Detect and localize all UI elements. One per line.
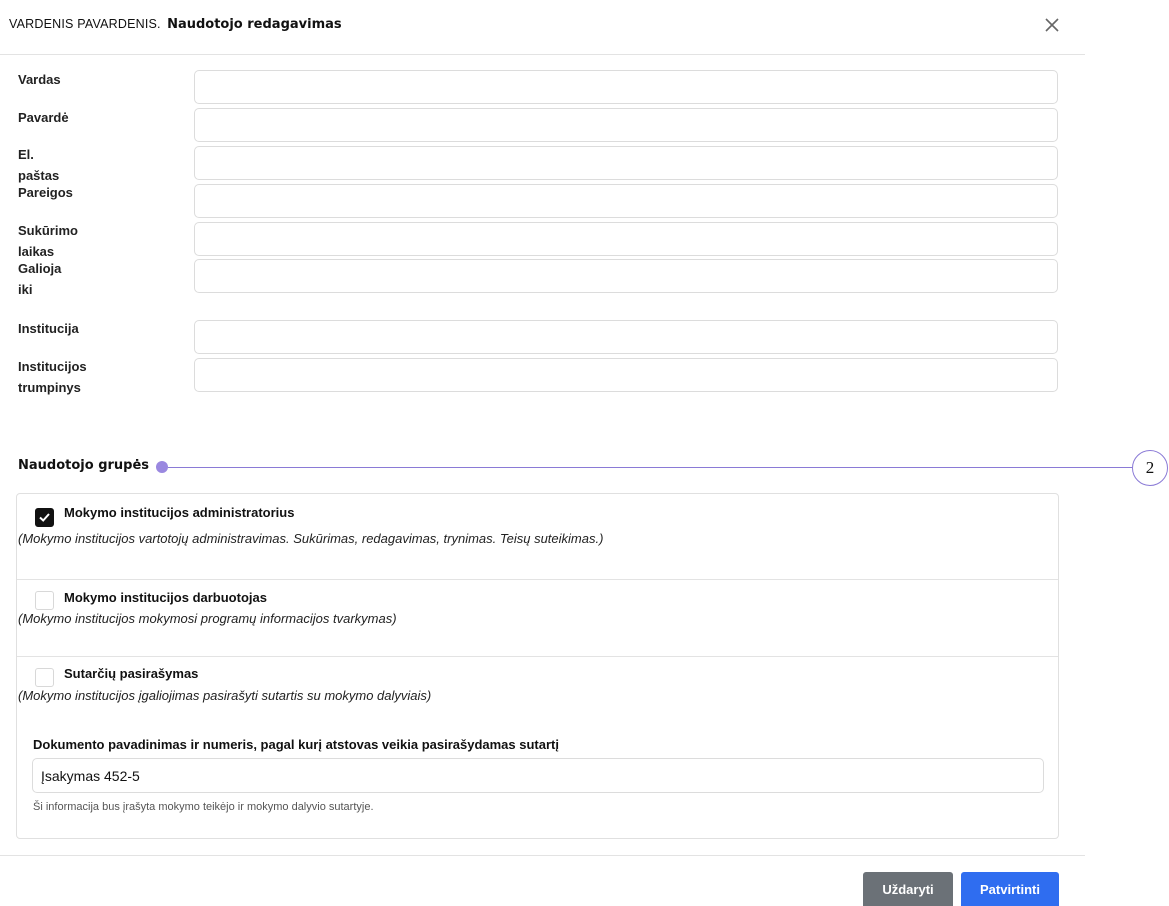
annotation-line — [168, 467, 1132, 468]
close-button[interactable]: Uždaryti — [863, 872, 953, 906]
group-item-staff: Mokymo institucijos darbuotojas (Mokymo … — [17, 579, 1058, 657]
group-title-admin: Mokymo institucijos administratorius — [64, 505, 295, 520]
group-item-admin: Mokymo institucijos administratorius (Mo… — [17, 494, 1058, 580]
group-item-contract-signing: Sutarčių pasirašymas (Mokymo institucijo… — [17, 656, 1058, 838]
group-title-staff: Mokymo institucijos darbuotojas — [64, 590, 267, 605]
section-title-user-groups: Naudotojo grupės — [18, 458, 150, 473]
modal-title: Naudotojo redagavimas — [167, 17, 342, 32]
email-field[interactable] — [194, 146, 1058, 180]
user-groups-list: Mokymo institucijos administratorius (Mo… — [16, 493, 1059, 839]
valid-until-field[interactable] — [194, 259, 1058, 293]
field-label-last-name: Pavardė — [18, 110, 69, 125]
field-label-institution: Institucija — [18, 321, 79, 336]
annotation-number-badge: 2 — [1132, 450, 1168, 486]
close-icon[interactable] — [1038, 11, 1066, 39]
group-desc-contract-signing: (Mokymo institucijos įgaliojimas pasiraš… — [18, 688, 432, 703]
field-label-institution-short-line2: trumpinys — [18, 380, 81, 395]
field-label-position: Pareigos — [18, 185, 73, 200]
checkbox-admin[interactable] — [35, 508, 54, 527]
field-label-institution-short: Institucijos trumpinys — [18, 356, 87, 398]
group-title-contract-signing: Sutarčių pasirašymas — [64, 666, 199, 681]
field-label-created-at: Sukūrimo laikas — [18, 223, 78, 259]
footer-divider — [0, 855, 1085, 856]
position-field[interactable] — [194, 184, 1058, 218]
group-desc-admin: (Mokymo institucijos vartotojų administr… — [18, 531, 604, 546]
institution-field[interactable] — [194, 320, 1058, 354]
user-name: VARDENIS PAVARDENIS. — [9, 17, 161, 31]
confirm-button[interactable]: Patvirtinti — [961, 872, 1059, 906]
checkbox-contract-signing[interactable] — [35, 668, 54, 687]
first-name-field[interactable] — [194, 70, 1058, 104]
institution-short-field[interactable] — [194, 358, 1058, 392]
document-label: Dokumento pavadinimas ir numeris, pagal … — [33, 737, 559, 752]
annotation-dot — [156, 461, 168, 473]
document-hint: Ši informacija bus įrašyta mokymo teikėj… — [33, 801, 374, 813]
field-label-email: El. paštas — [18, 147, 60, 183]
field-label-institution-short-line1: Institucijos — [18, 359, 87, 374]
checkbox-staff[interactable] — [35, 591, 54, 610]
created-at-field[interactable] — [194, 222, 1058, 256]
group-desc-staff: (Mokymo institucijos mokymosi programų i… — [18, 611, 397, 626]
last-name-field[interactable] — [194, 108, 1058, 142]
field-label-valid-until: Galioja iki — [18, 261, 62, 297]
field-label-first-name: Vardas — [18, 72, 61, 87]
check-icon — [39, 513, 50, 522]
document-input[interactable] — [32, 758, 1044, 793]
header-title-wrap: VARDENIS PAVARDENIS. Naudotojo redagavim… — [9, 17, 342, 32]
modal-header: VARDENIS PAVARDENIS. Naudotojo redagavim… — [0, 0, 1085, 55]
